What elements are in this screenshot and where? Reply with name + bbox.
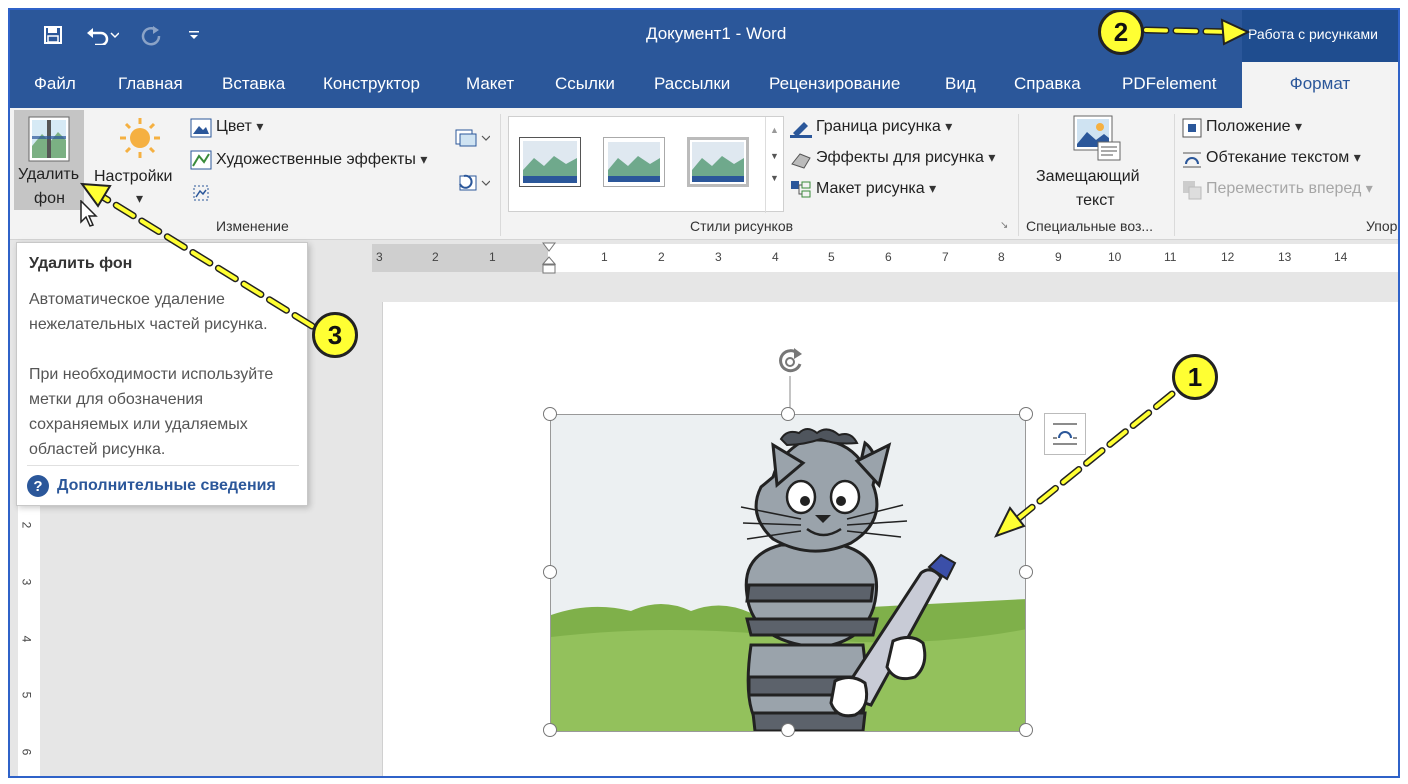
word-window: Документ1 - Word Работа с рисунками Файл… bbox=[8, 8, 1400, 778]
callout-badge: 2 bbox=[1098, 10, 1144, 55]
callout-badge: 1 bbox=[1172, 354, 1218, 400]
callout-badge: 3 bbox=[312, 312, 358, 358]
